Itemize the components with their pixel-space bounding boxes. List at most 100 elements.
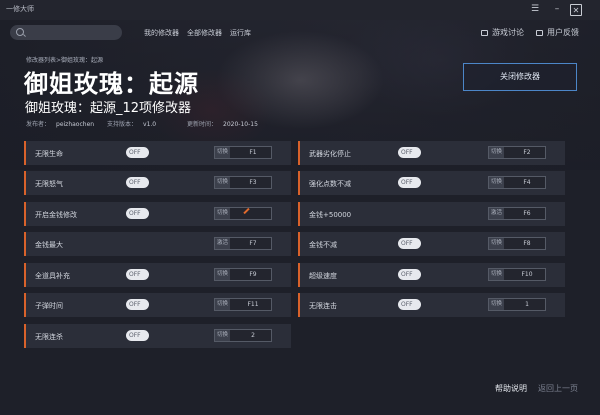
cheat-label: 超级速度 [309, 272, 337, 280]
version-meta: 支持版本： v1.0 [107, 119, 156, 128]
cheat-toggle[interactable]: OFF [398, 269, 421, 280]
cheat-label: 金钱最大 [35, 241, 63, 249]
cheat-toggle[interactable]: OFF [126, 177, 149, 188]
hotkey-mode: 切换 [215, 330, 231, 341]
hotkey-key: F9 [249, 271, 257, 278]
toggle-state: OFF [129, 210, 141, 217]
breadcrumb[interactable]: 修改器列表>御姐玫瑰：起源 [26, 55, 103, 64]
cheat-row: 无限连击 OFF 切换 1 [298, 293, 565, 317]
cheat-label: 无限怒气 [35, 180, 63, 188]
hotkey-mode: 切换 [215, 208, 231, 219]
updated-value: 2020-10-15 [223, 121, 258, 128]
close-icon[interactable]: ✕ [570, 4, 582, 16]
cheat-label: 武器劣化停止 [309, 150, 351, 158]
help-link[interactable]: 帮助说明 [495, 383, 527, 394]
nav-runtime[interactable]: 运行库 [230, 28, 251, 38]
publisher-label: 发布者： [26, 121, 51, 128]
hotkey-key: F7 [249, 240, 257, 247]
hotkey-field[interactable]: 激活 F6 [488, 207, 546, 220]
cheat-label: 无限连击 [309, 302, 337, 310]
cheat-row: 子弹时间 OFF 切换 F11 [24, 293, 291, 317]
cheat-toggle[interactable]: OFF [126, 299, 149, 310]
hotkey-key: F1 [249, 149, 257, 156]
cheat-label: 全道具补充 [35, 272, 70, 280]
cheat-toggle[interactable]: OFF [398, 177, 421, 188]
hotkey-key: F2 [523, 149, 531, 156]
cheat-label: 无限生命 [35, 150, 63, 158]
game-discussion-link[interactable]: 游戏讨论 [481, 27, 524, 38]
app-window: 一修大师 ☰ – ✕ 我的修改器 全部修改器 运行库 游戏讨论 用户反馈 修改器… [0, 0, 600, 415]
hotkey-field[interactable]: 切换 F8 [488, 237, 546, 250]
hotkey-field[interactable]: 切换 F1 [214, 146, 272, 159]
hotkey-field[interactable]: 切换 F10 [488, 268, 546, 281]
hotkey-mode: 切换 [489, 299, 505, 310]
back-link[interactable]: 返回上一页 [538, 383, 578, 394]
hotkey-mode: 切换 [215, 269, 231, 280]
nav-my-modifiers[interactable]: 我的修改器 [144, 28, 179, 38]
menu-icon[interactable]: ☰ [528, 2, 542, 16]
hotkey-mode: 切换 [489, 147, 505, 158]
hotkey-key: 2 [251, 332, 255, 339]
search-input[interactable] [10, 25, 122, 40]
toggle-state: OFF [129, 149, 141, 156]
hotkey-key: F6 [523, 210, 531, 217]
hotkey-mode: 激活 [215, 238, 231, 249]
feedback-link[interactable]: 用户反馈 [536, 27, 579, 38]
hotkey-field[interactable]: 切换 2 [214, 329, 272, 342]
hotkey-mode: 激活 [489, 208, 505, 219]
game-discussion-label: 游戏讨论 [492, 28, 524, 37]
hotkey-mode: 切换 [215, 177, 231, 188]
hotkey-mode: 切换 [489, 177, 505, 188]
cheat-toggle[interactable]: OFF [126, 208, 149, 219]
cheat-row: 开启金钱修改 OFF 切换 [24, 202, 291, 226]
cheat-toggle[interactable]: OFF [398, 147, 421, 158]
toggle-state: OFF [401, 149, 413, 156]
toggle-state: OFF [129, 179, 141, 186]
minimize-icon[interactable]: – [550, 2, 564, 16]
hotkey-key: F3 [249, 179, 257, 186]
hotkey-field[interactable]: 切换 F2 [488, 146, 546, 159]
version-label: 支持版本： [107, 121, 138, 128]
hotkey-key: 1 [525, 301, 529, 308]
hotkey-mode: 切换 [489, 269, 505, 280]
nav-all-modifiers[interactable]: 全部修改器 [187, 28, 222, 38]
updated-label: 更新时间： [187, 121, 218, 128]
hotkey-key: F11 [247, 301, 259, 308]
toggle-state: OFF [129, 271, 141, 278]
version-value: v1.0 [143, 121, 157, 128]
cheat-toggle[interactable]: OFF [398, 299, 421, 310]
feedback-icon [536, 29, 543, 36]
cheat-row: 超级速度 OFF 切换 F10 [298, 263, 565, 287]
cheat-row: 金钱+50000 激活 F6 [298, 202, 565, 226]
hotkey-field[interactable]: 切换 F11 [214, 298, 272, 311]
hotkey-key: F10 [521, 271, 533, 278]
page-subtitle: 御姐玫瑰：起源_12项修改器 [25, 101, 192, 116]
hotkey-field[interactable]: 切换 1 [488, 298, 546, 311]
updated-meta: 更新时间： 2020-10-15 [187, 119, 258, 128]
cheat-row: 全道具补充 OFF 切换 F9 [24, 263, 291, 287]
title-bar: 一修大师 ☰ – ✕ [0, 0, 600, 20]
publisher-meta: 发布者： peizhaochen [26, 119, 94, 128]
cheat-row: 无限怒气 OFF 切换 F3 [24, 171, 291, 195]
cheat-toggle[interactable]: OFF [126, 147, 149, 158]
feedback-label: 用户反馈 [547, 28, 579, 37]
cheat-row: 金钱最大 激活 F7 [24, 232, 291, 256]
cheat-label: 金钱不减 [309, 241, 337, 249]
cheat-toggle[interactable]: OFF [126, 269, 149, 280]
cheat-toggle[interactable]: OFF [126, 330, 149, 341]
hotkey-field[interactable]: 切换 F9 [214, 268, 272, 281]
toggle-state: OFF [129, 301, 141, 308]
hotkey-field[interactable]: 切换 F3 [214, 176, 272, 189]
hotkey-field[interactable]: 切换 [214, 207, 272, 220]
hotkey-mode: 切换 [489, 238, 505, 249]
hotkey-mode: 切换 [215, 299, 231, 310]
cheat-label: 无限连杀 [35, 333, 63, 341]
toggle-state: OFF [401, 240, 413, 247]
close-modifier-button[interactable]: 关闭修改器 [463, 63, 577, 91]
cheat-label: 强化点数不减 [309, 180, 351, 188]
hotkey-field[interactable]: 切换 F4 [488, 176, 546, 189]
hotkey-field[interactable]: 激活 F7 [214, 237, 272, 250]
cheat-toggle[interactable]: OFF [398, 238, 421, 249]
discussion-icon [481, 29, 488, 36]
cheat-label: 子弹时间 [35, 302, 63, 310]
